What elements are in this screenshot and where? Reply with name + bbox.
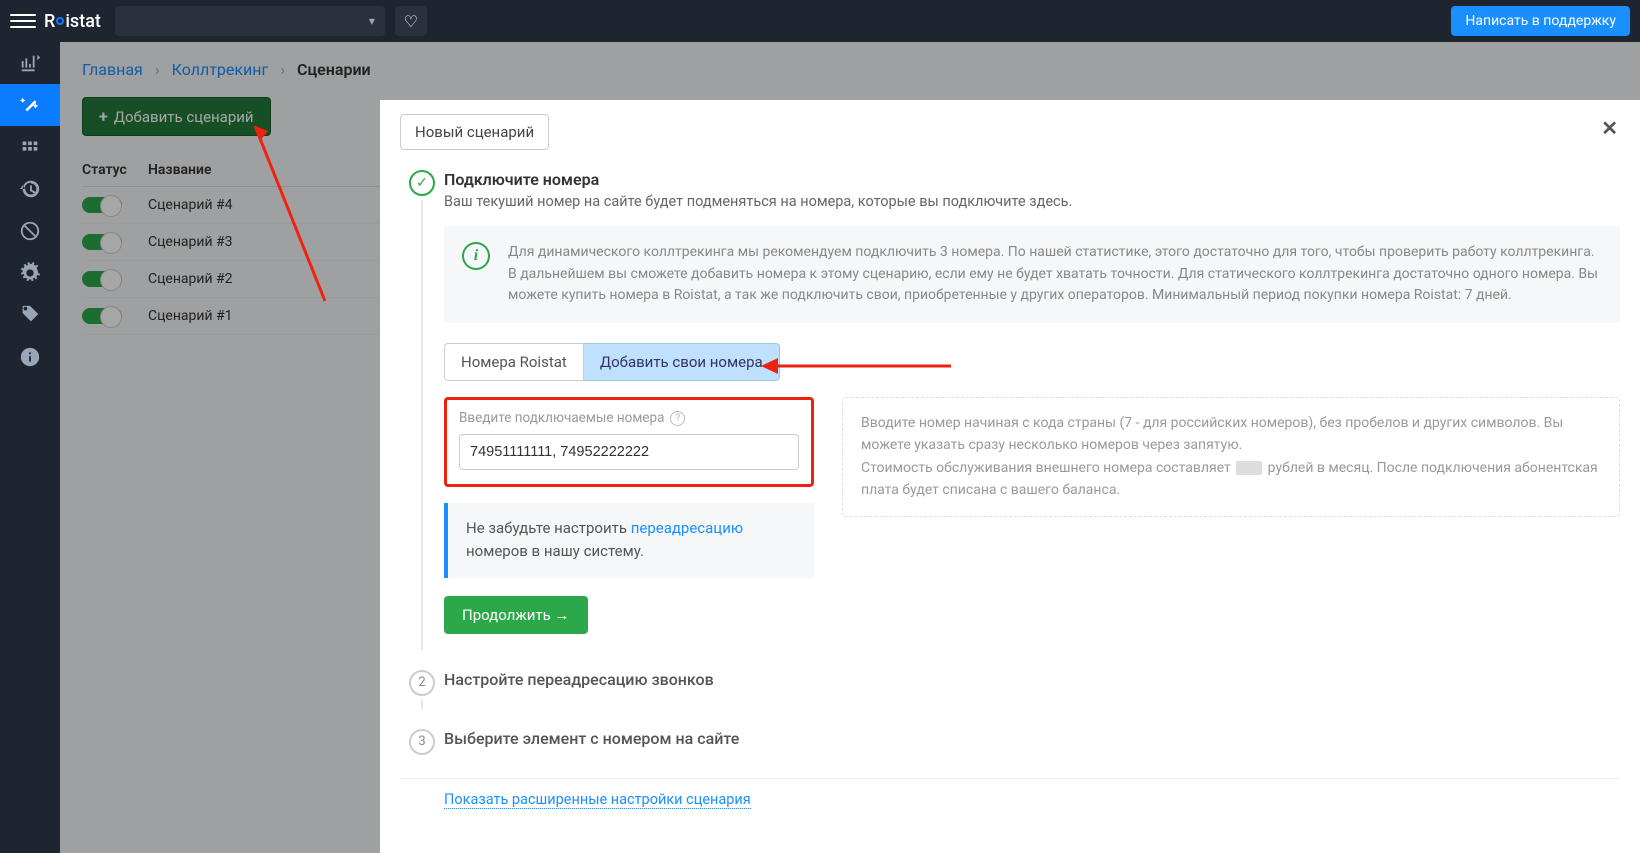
info-text: Для динамического коллтрекинга мы рекоме… [508, 242, 1602, 307]
help-icon[interactable]: ? [670, 411, 685, 426]
project-select[interactable]: ▾ [115, 6, 385, 36]
step3-number: 3 [409, 729, 435, 755]
sidebar-calltracking[interactable] [0, 84, 60, 126]
block-icon [19, 220, 41, 242]
gear-icon [19, 262, 41, 284]
step3-title: Выберите элемент с номером на сайте [444, 729, 1620, 748]
logo: Ristat [44, 11, 101, 32]
forward-hint: Не забудьте настроить переадресацию номе… [444, 503, 814, 578]
highlighted-input-area: Введите подключаемые номера ? [444, 397, 814, 487]
menu-button[interactable] [10, 8, 36, 34]
topbar: Ristat ▾ ♡ Написать в поддержку [0, 0, 1640, 42]
step1-title: Подключите номера [444, 170, 1620, 189]
info-icon: i [462, 242, 490, 270]
history-icon [19, 178, 41, 200]
continue-button[interactable]: Продолжить → [444, 596, 588, 634]
numbers-field-label: Введите подключаемые номера ? [459, 410, 799, 426]
forward-link[interactable]: переадресацию [631, 519, 743, 537]
close-button[interactable]: ✕ [1601, 116, 1618, 140]
step2-number: 2 [409, 670, 435, 696]
sidebar-info[interactable] [0, 336, 60, 378]
chart-icon [19, 52, 41, 74]
number-source-tabs: Номера Roistat Добавить свои номера [444, 343, 1620, 381]
modal-title-tab: Новый сценарий [400, 114, 549, 150]
favorites-button[interactable]: ♡ [395, 6, 427, 36]
support-button[interactable]: Написать в поддержку [1451, 6, 1630, 36]
step1-checkmark-icon: ✓ [409, 170, 435, 196]
sidebar-history[interactable] [0, 168, 60, 210]
price-placeholder [1236, 461, 1262, 475]
sidebar-settings[interactable] [0, 252, 60, 294]
sidebar-tags[interactable] [0, 294, 60, 336]
sidebar-dial[interactable] [0, 126, 60, 168]
wand-icon [19, 94, 41, 116]
info-icon [19, 346, 41, 368]
tab-own-numbers[interactable]: Добавить свои номера [584, 343, 780, 381]
sidebar [0, 42, 60, 853]
step1-subtitle: Ваш текуший номер на сайте будет подменя… [444, 193, 1620, 210]
new-scenario-modal: Новый сценарий ✕ ✓ Подключите номера Ваш… [380, 100, 1640, 853]
numbers-input[interactable] [459, 434, 799, 470]
sidebar-blocked[interactable] [0, 210, 60, 252]
advanced-settings-link[interactable]: Показать расширенные настройки сценария [444, 791, 751, 809]
chevron-down-icon: ▾ [369, 14, 375, 28]
heart-icon: ♡ [404, 12, 418, 31]
side-note: Вводите номер начиная с кода страны (7 -… [842, 397, 1620, 517]
step2-title: Настройте переадресацию звонков [444, 670, 1620, 689]
dial-icon [19, 136, 41, 158]
info-box: i Для динамического коллтрекинга мы реко… [444, 226, 1620, 323]
tab-roistat-numbers[interactable]: Номера Roistat [444, 343, 584, 381]
tag-icon [19, 304, 41, 326]
sidebar-analytics[interactable] [0, 42, 60, 84]
